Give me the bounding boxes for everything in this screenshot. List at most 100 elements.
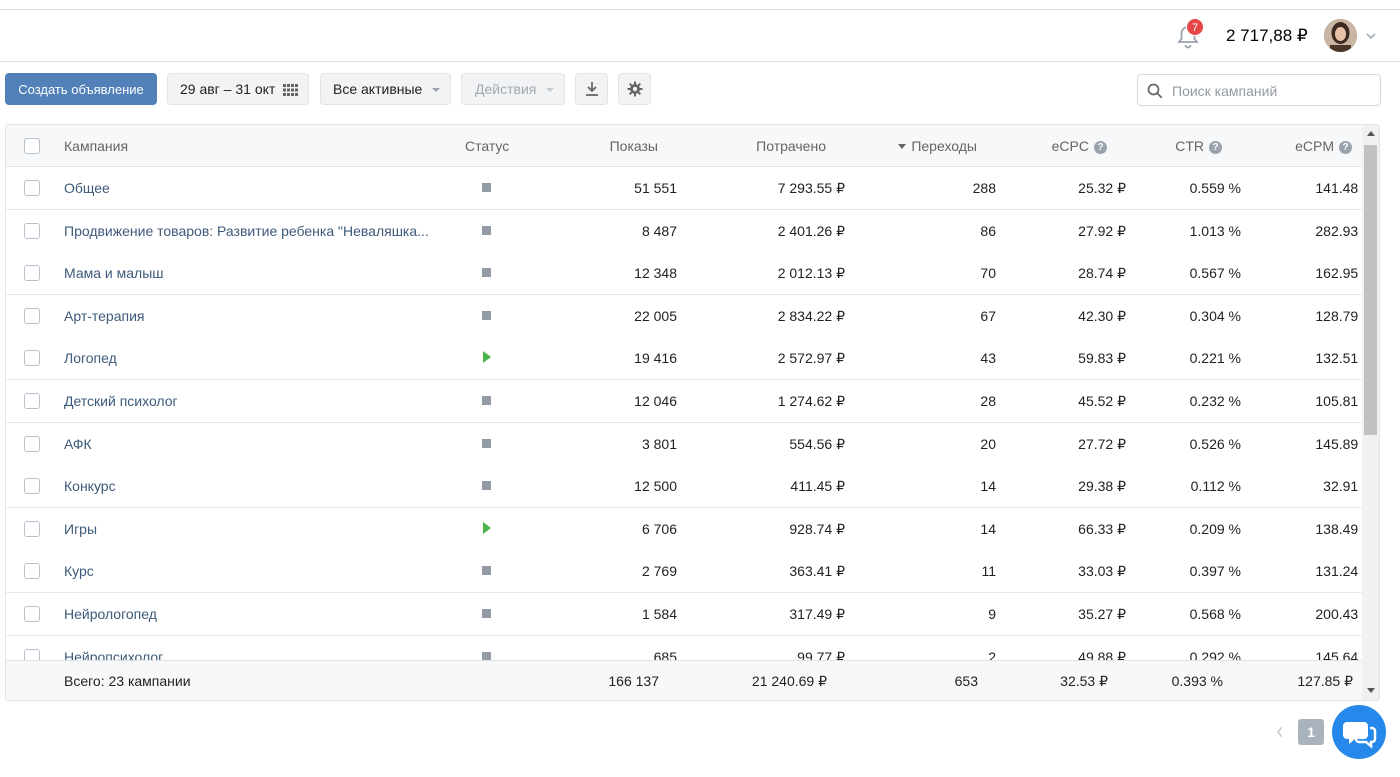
column-clicks[interactable]: Переходы — [911, 138, 977, 154]
help-icon[interactable]: ? — [1209, 141, 1222, 154]
totals-ctr: 0.393 % — [1171, 673, 1223, 689]
settings-button[interactable] — [618, 73, 651, 105]
column-ecpc-wrap[interactable]: eCPC? — [1052, 138, 1107, 154]
row-checkbox[interactable] — [24, 307, 40, 324]
column-campaign[interactable]: Кампания — [64, 138, 128, 154]
cell-clicks: 43 — [980, 350, 996, 367]
cell-clicks: 11 — [981, 563, 996, 580]
cell-clicks: 14 — [980, 478, 996, 495]
table-row[interactable]: Общее 51 551 7 293.55 ₽ 288 25.32 ₽ 0.559 % 14… — [6, 167, 1362, 210]
status-stopped-icon[interactable] — [482, 268, 491, 278]
table-row[interactable]: Логопед 19 416 2 572.97 ₽ 43 59.83 ₽ 0.221 % 1… — [6, 337, 1362, 381]
column-ctr-wrap[interactable]: CTR? — [1175, 138, 1222, 154]
status-stopped-icon[interactable] — [482, 438, 491, 448]
cell-ecpm: 162.95 ₽ — [1315, 265, 1362, 282]
row-checkbox[interactable] — [24, 265, 40, 282]
status-stopped-icon[interactable] — [482, 609, 491, 618]
row-checkbox[interactable] — [24, 606, 40, 622]
account-balance[interactable]: 2 717,88 ₽ — [1226, 26, 1308, 46]
select-all-checkbox[interactable] — [24, 138, 40, 154]
status-stopped-icon[interactable] — [482, 481, 491, 491]
row-checkbox[interactable] — [24, 648, 40, 660]
status-stopped-icon[interactable] — [482, 183, 491, 192]
status-running-icon[interactable] — [483, 521, 491, 534]
status-stopped-icon[interactable] — [482, 651, 491, 660]
campaign-search[interactable] — [1137, 74, 1381, 106]
table-row[interactable]: Продвижение товаров: Развитие ребенка "Н… — [6, 209, 1362, 253]
help-icon[interactable]: ? — [1339, 141, 1352, 154]
status-stopped-icon[interactable] — [482, 396, 491, 405]
actions-dropdown[interactable]: Действия — [461, 73, 565, 105]
campaign-name-link[interactable]: Детский психолог — [64, 393, 178, 409]
table-row[interactable]: Игры 6 706 928.74 ₽ 14 66.33 ₽ 0.209 % 138.49 … — [6, 507, 1362, 551]
status-filter-select[interactable]: Все активные — [320, 73, 451, 105]
column-status[interactable]: Статус — [465, 138, 509, 154]
table-header: Кампания Статус Показы Потрачено Переход… — [6, 125, 1379, 167]
cell-ecpc: 29.38 ₽ — [1078, 478, 1126, 495]
header: 7 2 717,88 ₽ — [0, 10, 1400, 62]
table-row[interactable]: Детский психолог 12 046 1 274.62 ₽ 28 45.52 … — [6, 380, 1362, 423]
chevron-down-icon[interactable] — [1366, 32, 1376, 40]
status-stopped-icon[interactable] — [482, 225, 491, 235]
cell-ecpc: 49.88 ₽ — [1078, 648, 1126, 660]
pagination-prev-icon[interactable] — [1276, 726, 1284, 738]
row-checkbox[interactable] — [24, 180, 40, 196]
scroll-down-icon[interactable] — [1367, 688, 1375, 693]
cell-clicks: 70 — [980, 265, 996, 282]
cell-spent: 7 293.55 ₽ — [777, 180, 845, 196]
download-icon — [585, 82, 598, 96]
column-impressions[interactable]: Показы — [610, 138, 658, 154]
table-row[interactable]: Мама и малыш 12 348 2 012.13 ₽ 70 28.74 ₽ 0.5… — [6, 252, 1362, 296]
scroll-thumb[interactable] — [1364, 145, 1377, 435]
help-icon[interactable]: ? — [1094, 141, 1107, 154]
status-running-icon[interactable] — [483, 351, 491, 364]
table-row[interactable]: Нейропсихолог 685 99.77 ₽ 2 49.88 ₽ 0.292 % 14… — [6, 635, 1362, 660]
campaign-name-link[interactable]: Игры — [64, 521, 97, 537]
column-ecpm-wrap[interactable]: eCPM? — [1295, 138, 1352, 154]
row-checkbox[interactable] — [24, 393, 40, 409]
scroll-up-icon[interactable] — [1367, 131, 1375, 136]
search-input[interactable] — [1172, 81, 1372, 101]
row-checkbox[interactable] — [24, 350, 40, 367]
cell-spent: 2 572.97 ₽ — [777, 350, 845, 367]
table-row[interactable]: АФК 3 801 554.56 ₽ 20 27.72 ₽ 0.526 % 145.89 ₽ — [6, 422, 1362, 466]
cell-ecpc: 59.83 ₽ — [1078, 350, 1126, 367]
campaign-name-link[interactable]: Курс — [64, 563, 94, 579]
campaign-name-link[interactable]: Продвижение товаров: Развитие ребенка "Н… — [64, 223, 429, 239]
table-scrollbar[interactable] — [1362, 125, 1379, 700]
campaign-name-link[interactable]: Арт-терапия — [64, 308, 145, 324]
create-ad-button[interactable]: Создать объявление — [5, 73, 157, 105]
cell-ecpm: 138.49 ₽ — [1315, 520, 1362, 537]
row-checkbox[interactable] — [24, 435, 40, 452]
table-row[interactable]: Курс 2 769 363.41 ₽ 11 33.03 ₽ 0.397 % 131.24 … — [6, 550, 1362, 594]
campaign-name-link[interactable]: Мама и малыш — [64, 265, 164, 281]
chevron-down-icon — [432, 88, 440, 92]
table-row[interactable]: Арт-терапия 22 005 2 834.22 ₽ 67 42.30 ₽ 0.30… — [6, 294, 1362, 338]
campaign-name-link[interactable]: Логопед — [64, 350, 117, 366]
avatar[interactable] — [1324, 19, 1357, 52]
chat-icon — [1343, 722, 1377, 749]
campaign-name-link[interactable]: Нейропсихолог — [64, 649, 163, 660]
row-checkbox[interactable] — [24, 563, 40, 580]
download-button[interactable] — [575, 73, 608, 105]
row-checkbox[interactable] — [24, 478, 40, 495]
column-ecpm: eCPM — [1295, 138, 1334, 154]
chevron-down-icon — [546, 88, 554, 92]
campaign-name-link[interactable]: Общее — [64, 180, 110, 196]
table-row[interactable]: Нейрологопед 1 584 317.49 ₽ 9 35.27 ₽ 0.568 %… — [6, 593, 1362, 636]
pagination-current-page[interactable]: 1 — [1298, 719, 1324, 745]
status-stopped-icon[interactable] — [482, 566, 491, 576]
column-spent[interactable]: Потрачено — [756, 138, 826, 154]
date-range-picker[interactable]: 29 авг – 31 окт — [167, 73, 309, 105]
chat-button[interactable] — [1332, 705, 1386, 759]
campaign-name-link[interactable]: АФК — [64, 436, 92, 452]
campaign-name-link[interactable]: Конкурс — [64, 478, 116, 494]
cell-ecpm: 131.24 ₽ — [1315, 563, 1362, 580]
row-checkbox[interactable] — [24, 222, 40, 239]
table-row[interactable]: Конкурс 12 500 411.45 ₽ 14 29.38 ₽ 0.112 % 32.… — [6, 465, 1362, 509]
cell-ecpm: 145.64 ₽ — [1315, 648, 1362, 660]
row-checkbox[interactable] — [24, 520, 40, 537]
status-stopped-icon[interactable] — [482, 310, 491, 320]
campaign-name-link[interactable]: Нейрологопед — [64, 606, 157, 622]
totals-label: Всего: 23 кампании — [64, 673, 191, 689]
